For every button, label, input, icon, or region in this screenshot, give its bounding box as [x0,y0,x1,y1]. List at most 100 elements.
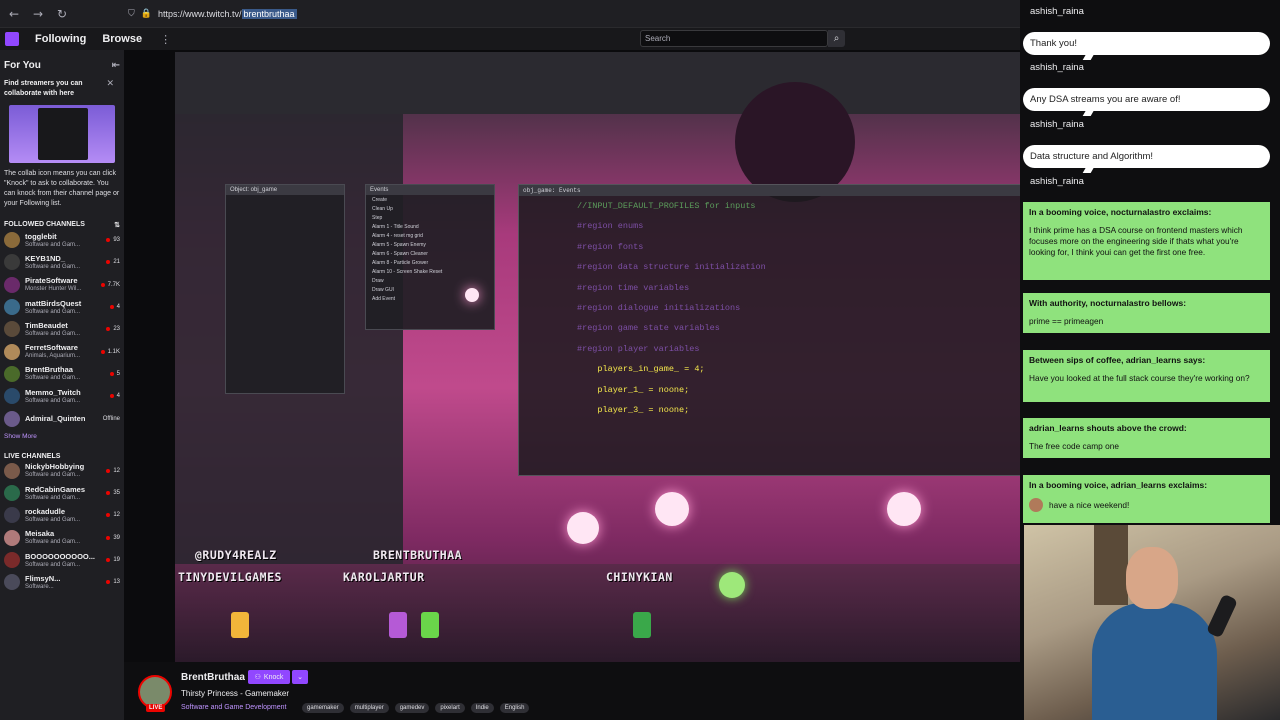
channel-name: PirateSoftware [25,276,78,286]
video-player[interactable]: Object: obj_game Events Create Clean Up St… [124,50,1023,662]
channel-text: PirateSoftware Monster Hunter Wil... [25,276,101,293]
reload-icon[interactable]: ↻ [52,4,72,24]
bookshelf [1094,525,1128,605]
event-item: Alarm 6 - Spawn Cleaner [372,250,428,257]
sidebar-channel[interactable]: mattBirdsQuest Software and Gam... 4 [0,296,124,318]
channel-text: TimBeaudet Software and Gam... [25,321,106,338]
sidebar-channel[interactable]: rockadudle Software and Gam... 12 [0,504,124,526]
channel-text: togglebit Software and Gam... [25,232,106,249]
channel-name: Admiral_Quinten [25,414,86,424]
collapse-sidebar-icon[interactable]: ⇤ [112,60,120,71]
channel-name: Memmo_Twitch [25,387,81,397]
close-icon[interactable]: ✕ [106,79,114,89]
address-bar[interactable]: ⛉ 🔒 https://www.twitch.tv/brentbruthaa [128,8,297,19]
tts-message: With authority, nocturnalastro bellows: … [1023,293,1270,333]
code-line: #region player variables [577,343,700,354]
stream-info-bar: LIVE BrentBruthaa ⚇ Knock ⌄ Thirsty Princ… [124,662,1023,720]
player-sprite [421,612,439,638]
channel-name: KEYB1ND_ [25,253,66,263]
sidebar-channel[interactable]: Memmo_Twitch Software and Gam... 4 [0,385,124,407]
channel-category: Software and Gam... [25,472,81,479]
sidebar-channel[interactable]: TimBeaudet Software and Gam... 23 [0,318,124,340]
sidebar-channel[interactable]: Admiral_Quinten Offline [0,407,124,429]
sidebar-channel[interactable]: togglebit Software and Gam... 93 [0,229,124,251]
event-item: Draw [372,277,384,284]
player-sprite [633,612,651,638]
shield-icon: ⛉ [128,8,135,19]
back-icon[interactable]: ← [4,4,24,24]
promo-image [9,105,115,163]
avatar [4,232,20,249]
object-panel: Object: obj_game [225,184,345,394]
avatar [4,388,20,405]
chat-avatar-icon [1029,498,1043,512]
following-link[interactable]: Following [35,33,86,45]
channel-category: Software and Gam... [25,539,81,546]
ide-toolbar [175,52,1023,114]
channel-text: mattBirdsQuest Software and Gam... [25,299,110,316]
game-floor [175,564,1023,662]
live-channels-heading: LIVE CHANNELS [4,452,61,460]
chat-username: ashish_raina [1030,176,1084,187]
stream-tag[interactable]: gamemaker [302,703,344,713]
channel-category: Software and Gam... [25,397,81,404]
sidebar-channel[interactable]: BOOOOOOOOOO... Software and Gam... 19 [0,549,124,571]
avatar [4,529,20,546]
stream-video[interactable]: Object: obj_game Events Create Clean Up St… [175,52,1023,662]
live-dot-icon [109,394,114,399]
avatar [4,507,20,524]
stream-category[interactable]: Software and Game Development [181,704,286,711]
viewer-count: 5 [109,371,120,377]
channel-name: TimBeaudet [25,320,68,330]
browse-link[interactable]: Browse [102,33,142,45]
event-item: Create [372,196,388,203]
live-dot-icon [106,260,111,265]
sidebar-channel[interactable]: FlimsyN... Software... 13 [0,571,124,593]
stream-tag[interactable]: English [499,703,530,713]
channel-category: Monster Hunter Wil... [25,286,82,293]
sidebar-channel[interactable]: PirateSoftware Monster Hunter Wil... 7.7K [0,274,124,296]
channel-name: Meisaka [25,529,55,539]
player-nametag: KAROLJARTUR [343,570,425,584]
chat-username: ashish_raina [1030,119,1084,130]
stream-tags: gamemaker multiplayer gamedev pixelart Indie… [302,703,530,713]
channel-text: rockadudle Software and Gam... [25,507,106,524]
sidebar-channel[interactable]: FerretSoftware Animals, Aquarium... 1.1K [0,340,124,362]
event-item: Clean Up [372,205,393,212]
sidebar-channel[interactable]: NickybHobbying Software and Gam... 12 [0,460,124,482]
stream-tag[interactable]: multiplayer [349,703,389,713]
knock-button[interactable]: ⚇ Knock [248,670,290,684]
stream-tag[interactable]: gamedev [394,703,430,713]
channel-text: Admiral_Quinten [25,414,103,423]
lock-icon: 🔒 [140,8,152,19]
sidebar-channel[interactable]: Meisaka Software and Gam... 39 [0,527,124,549]
sidebar-channel[interactable]: RedCabinGames Software and Gam... 35 [0,482,124,504]
promo-text: The collab icon means you can click "Kno… [4,170,120,207]
promo-title: Find streamers you can collaborate with … [4,80,83,97]
sort-icon[interactable]: ⇅ [114,221,120,229]
channel-text: BOOOOOOOOOO... Software and Gam... [25,552,106,569]
tts-message: adrian_learns shouts above the crowd: Th… [1023,418,1270,458]
streamer-name[interactable]: BrentBruthaa [181,672,245,683]
show-more-link[interactable]: Show More [0,430,124,443]
game-orb [887,492,921,526]
game-orb [567,512,599,544]
sidebar-channel[interactable]: BrentBruthaa Software and Gam... 5 [0,363,124,385]
viewer-count: 23 [106,326,120,332]
twitch-logo-icon[interactable] [5,32,19,46]
channel-text: Meisaka Software and Gam... [25,529,106,546]
more-options-icon[interactable]: ⋮ [160,33,171,46]
search-icon[interactable]: ⌕ [828,30,845,47]
viewer-count: 4 [109,393,120,399]
forward-icon[interactable]: → [28,4,48,24]
channel-category: Software and Gam... [25,494,81,501]
search-input[interactable]: Search [640,30,828,47]
chat-username: ashish_raina [1030,6,1084,17]
knock-dropdown-icon[interactable]: ⌄ [292,670,308,684]
stream-tag[interactable]: pixelart [435,703,465,713]
chat-overlay: ashish_raina Thank you! ashish_raina Any… [1020,0,1280,720]
collab-icon: ⚇ [254,674,261,681]
stream-tag[interactable]: Indie [470,703,494,713]
code-line: #region dialogue initializations [577,303,741,314]
sidebar-channel[interactable]: KEYB1ND_ Software and Gam... 21 [0,251,124,273]
